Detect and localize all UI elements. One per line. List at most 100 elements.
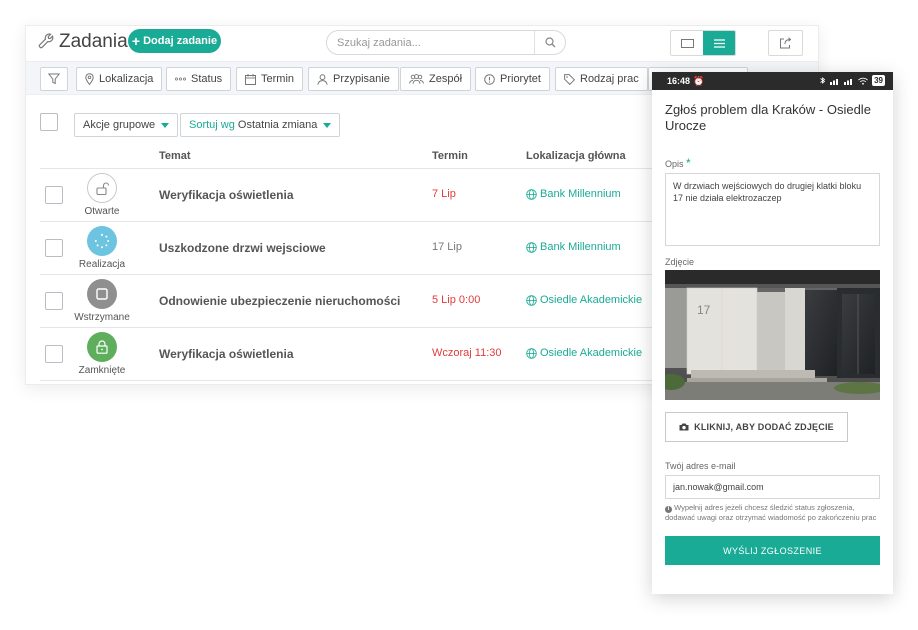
status-open-icon [87,173,117,203]
map-pin-icon [85,73,94,85]
status-label: Realizacja [78,259,126,270]
filter-location[interactable]: Lokalizacja [76,67,163,91]
filter-toggle-button[interactable] [40,67,68,91]
page-title: Zadania [59,31,128,52]
card-view-icon [680,38,694,48]
wrench-icon [38,33,54,49]
task-location-link[interactable]: Bank Millennium [526,188,621,200]
dots-icon [175,77,186,81]
add-photo-button[interactable]: KLIKNIJ, ABY DODAĆ ZDJĘCIE [665,412,848,442]
select-all-checkbox[interactable] [40,113,58,131]
filter-work-type[interactable]: Rodzaj prac [555,67,648,91]
plus-icon: + [131,33,141,49]
row-checkbox[interactable] [45,292,63,310]
view-list-button[interactable] [703,31,735,55]
form-title: Zgłoś problem dla Kraków - Osiedle Urocz… [665,102,871,133]
add-photo-label: KLIKNIJ, ABY DODAĆ ZDJĘCIE [694,422,834,432]
bulk-actions-label: Akcje grupowe [83,119,156,131]
task-location-link[interactable]: Osiedle Akademickie [526,294,642,306]
calendar-icon [245,73,256,85]
task-location: Bank Millennium [540,241,621,253]
progress-spinner-icon [94,233,110,249]
globe-icon [526,347,537,359]
camera-icon [679,423,689,431]
bulk-actions-dropdown[interactable]: Akcje grupowe [74,113,179,137]
bluetooth-icon [820,77,826,84]
row-checkbox[interactable] [45,239,63,257]
task-location-link[interactable]: Bank Millennium [526,241,621,253]
required-asterisk: * [686,156,691,170]
row-checkbox[interactable] [45,186,63,204]
team-icon [409,74,424,84]
stop-icon [96,288,108,300]
status-in-progress-icon [87,226,117,256]
info-icon [484,73,495,85]
filter-assignee-label: Przypisanie [333,73,390,85]
filter-priority[interactable]: Priorytet [475,67,550,91]
user-icon [317,73,328,85]
globe-icon [526,294,537,306]
header: Zadania + Dodaj zadanie [26,26,818,58]
status-label: Wstrzymane [74,312,130,323]
task-location-link[interactable]: Osiedle Akademickie [526,347,642,359]
filter-work-type-label: Rodzaj prac [580,73,639,85]
photo-label: Zdjęcie [665,257,695,267]
search-button[interactable] [535,31,565,54]
wifi-icon [858,77,868,85]
email-field[interactable] [665,475,880,499]
mobile-report-form: 16:48 ⏰ 39 Zgłoś problem dla Kraków - Os… [652,72,893,594]
column-topic[interactable]: Temat [159,150,191,162]
column-due[interactable]: Termin [432,150,468,162]
task-due: 17 Lip [432,241,462,253]
status-closed-icon [87,332,117,362]
add-task-label: Dodaj zadanie [143,35,218,47]
globe-icon [526,188,537,200]
filter-due-label: Termin [261,73,295,85]
filter-assignee[interactable]: Przypisanie [308,67,399,91]
task-location: Osiedle Akademickie [540,347,643,359]
row-checkbox[interactable] [45,345,63,363]
funnel-icon [48,73,60,85]
attached-photo: 17 [665,270,880,400]
search-box [326,30,566,55]
house-number: 17 [697,303,711,317]
submit-report-button[interactable]: WYŚLIJ ZGŁOSZENIE [665,536,880,565]
unlock-icon [95,181,109,195]
list-view-icon [713,38,725,48]
add-task-button[interactable]: + Dodaj zadanie [128,29,221,53]
export-button[interactable] [768,30,803,56]
email-label: Twój adres e-mail [665,461,736,471]
view-card-button[interactable] [671,31,703,55]
status-paused-icon [87,279,117,309]
task-due: Wczoraj 11:30 [432,347,502,359]
signal-icon [844,78,853,85]
search-input[interactable] [327,31,534,54]
description-field[interactable]: W drzwiach wejściowych do drugiej klatki… [665,173,880,246]
sort-value: Ostatnia zmiana [237,119,318,131]
filter-status[interactable]: Status [166,67,232,91]
status-bar: 16:48 ⏰ 39 [652,72,893,90]
status-time: 16:48 [667,76,691,86]
filter-priority-label: Priorytet [500,73,541,85]
filter-due[interactable]: Termin [236,67,304,91]
view-toggle [670,30,736,56]
status-label: Otwarte [84,206,120,217]
task-topic[interactable]: Uszkodzone drzwi wejsciowe [159,241,326,255]
info-icon: i [665,506,672,513]
filter-team-label: Zespół [429,73,463,85]
description-label: Opis * [665,156,691,170]
filter-status-label: Status [191,73,223,85]
alarm-icon: ⏰ [693,76,705,86]
filter-team[interactable]: Zespół [400,67,472,91]
task-location: Osiedle Akademickie [540,294,643,306]
globe-icon [526,241,537,253]
sort-prefix: Sortuj wg [189,119,235,131]
building-entrance-photo: 17 [665,270,880,400]
task-topic[interactable]: Weryfikacja oświetlenia [159,188,294,202]
column-location[interactable]: Lokalizacja główna [526,150,626,162]
chevron-down-icon [323,122,332,128]
sort-dropdown[interactable]: Sortuj wg Ostatnia zmiana [180,113,341,137]
task-topic[interactable]: Weryfikacja oświetlenia [159,347,294,361]
email-hint: i Wypełnij adres jeżeli chcesz śledzić s… [665,503,877,522]
task-topic[interactable]: Odnowienie ubezpieczenie nieruchomości [159,294,400,308]
